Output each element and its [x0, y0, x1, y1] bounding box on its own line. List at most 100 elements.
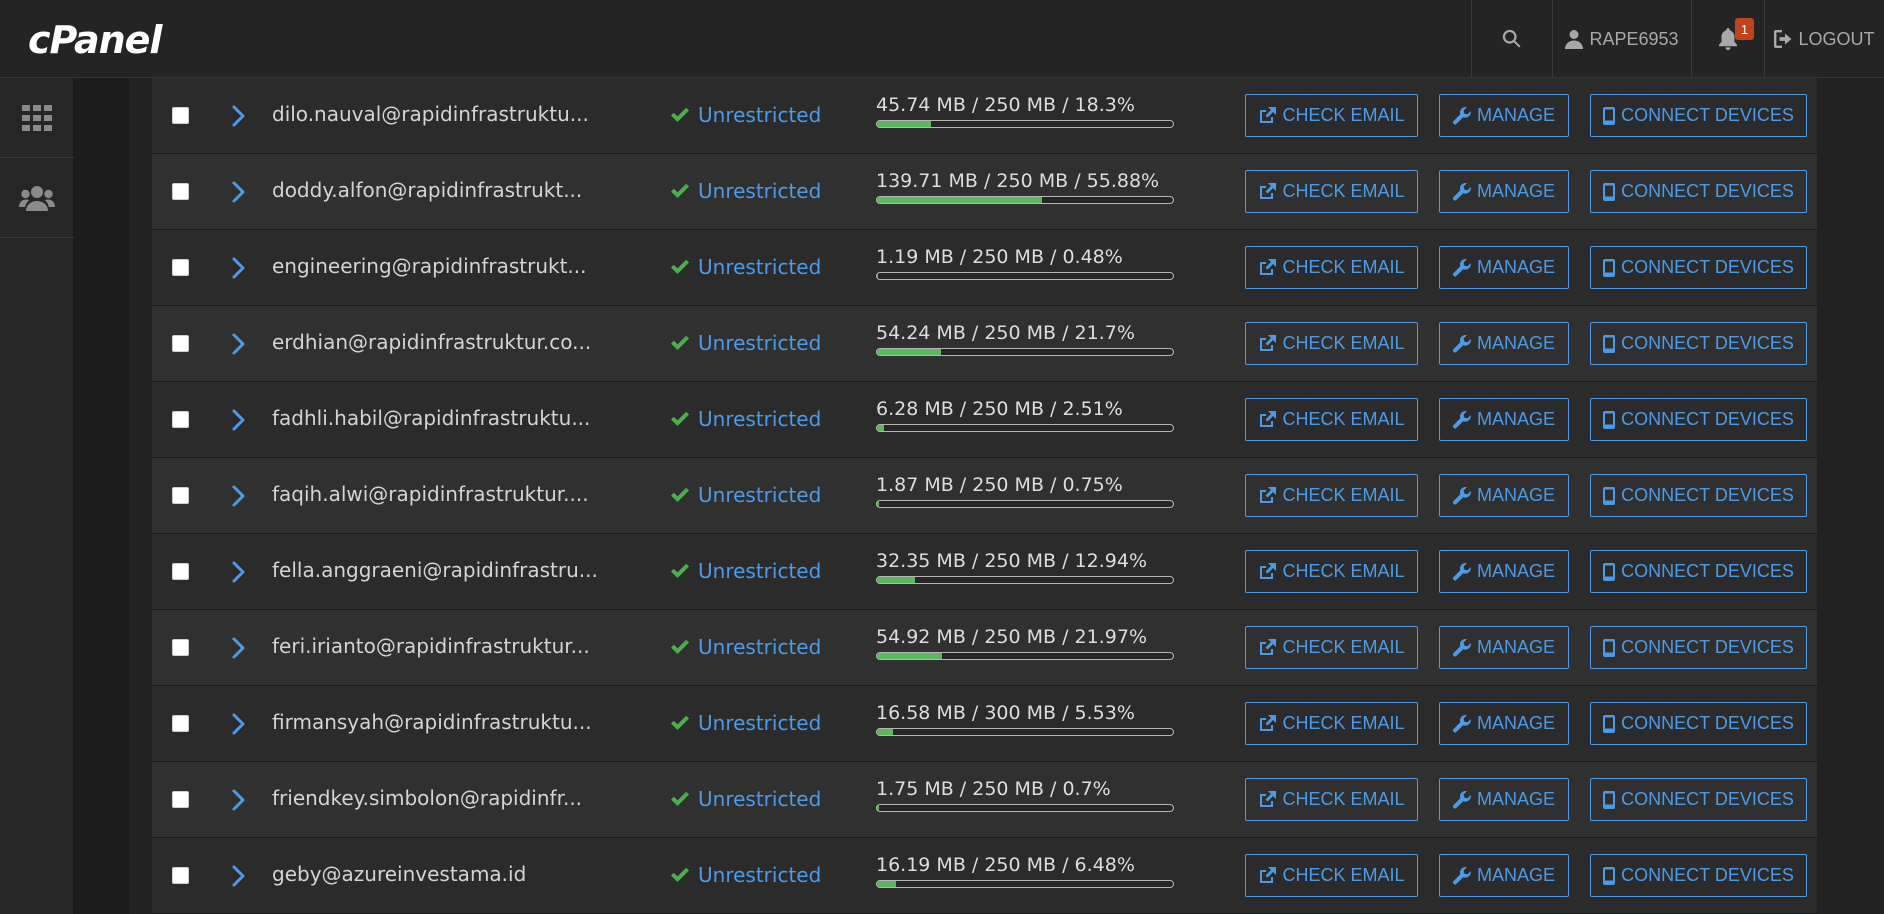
account-email[interactable]: engineering@rapidinfrastrukt...: [272, 254, 587, 278]
user-menu[interactable]: RAPE6953: [1552, 0, 1691, 78]
status-label[interactable]: Unrestricted: [698, 483, 821, 507]
expand-row-button[interactable]: [228, 256, 248, 280]
table-row: engineering@rapidinfrastrukt... Unrestri…: [152, 230, 1817, 306]
connect-devices-button[interactable]: CONNECT DEVICES: [1590, 246, 1807, 289]
sidebar-item-users[interactable]: [0, 158, 74, 238]
expand-row-button[interactable]: [228, 864, 248, 888]
connect-devices-button[interactable]: CONNECT DEVICES: [1590, 778, 1807, 821]
status-label[interactable]: Unrestricted: [698, 103, 821, 127]
row-checkbox[interactable]: [172, 259, 189, 276]
account-email[interactable]: friendkey.simbolon@rapidinfr...: [272, 786, 582, 810]
expand-row-button[interactable]: [228, 484, 248, 508]
account-email[interactable]: feri.irianto@rapidinfrastruktur...: [272, 634, 590, 658]
connect-devices-button[interactable]: CONNECT DEVICES: [1590, 170, 1807, 213]
wrench-icon: [1452, 258, 1471, 276]
account-email[interactable]: fadhli.habil@rapidinfrastruktu...: [272, 406, 590, 430]
account-email[interactable]: geby@azureinvestama.id: [272, 862, 526, 886]
status-label[interactable]: Unrestricted: [698, 331, 821, 355]
manage-button[interactable]: MANAGE: [1439, 550, 1569, 593]
expand-row-button[interactable]: [228, 408, 248, 432]
cpanel-logo[interactable]: cPanel: [28, 18, 162, 62]
status-label[interactable]: Unrestricted: [698, 863, 821, 887]
connect-devices-button[interactable]: CONNECT DEVICES: [1590, 94, 1807, 137]
status-label[interactable]: Unrestricted: [698, 255, 821, 279]
account-email[interactable]: firmansyah@rapidinfrastruktu...: [272, 710, 592, 734]
expand-row-button[interactable]: [228, 180, 248, 204]
manage-button[interactable]: MANAGE: [1439, 474, 1569, 517]
check-email-button[interactable]: CHECK EMAIL: [1245, 246, 1418, 289]
connect-devices-button[interactable]: CONNECT DEVICES: [1590, 702, 1807, 745]
row-checkbox[interactable]: [172, 639, 189, 656]
row-checkbox[interactable]: [172, 791, 189, 808]
account-email[interactable]: dilo.nauval@rapidinfrastruktu...: [272, 102, 589, 126]
row-checkbox[interactable]: [172, 715, 189, 732]
manage-button[interactable]: MANAGE: [1439, 702, 1569, 745]
check-email-button[interactable]: CHECK EMAIL: [1245, 626, 1418, 669]
chevron-right-icon: [232, 789, 245, 811]
chevron-right-icon: [232, 865, 245, 887]
notifications-button[interactable]: 1: [1691, 0, 1764, 78]
usage-progress-bar: [876, 804, 1174, 812]
manage-button[interactable]: MANAGE: [1439, 778, 1569, 821]
manage-button[interactable]: MANAGE: [1439, 170, 1569, 213]
usage-progress-bar: [876, 120, 1174, 128]
row-checkbox[interactable]: [172, 867, 189, 884]
row-checkbox[interactable]: [172, 411, 189, 428]
usage-progress-bar: [876, 424, 1174, 432]
status-label[interactable]: Unrestricted: [698, 559, 821, 583]
manage-button[interactable]: MANAGE: [1439, 94, 1569, 137]
chevron-right-icon: [232, 333, 245, 355]
search-button[interactable]: [1471, 0, 1552, 78]
manage-button[interactable]: MANAGE: [1439, 398, 1569, 441]
check-email-button[interactable]: CHECK EMAIL: [1245, 854, 1418, 897]
connect-devices-button[interactable]: CONNECT DEVICES: [1590, 550, 1807, 593]
expand-row-button[interactable]: [228, 636, 248, 660]
account-email[interactable]: faqih.alwi@rapidinfrastruktur....: [272, 482, 589, 506]
connect-devices-button[interactable]: CONNECT DEVICES: [1590, 322, 1807, 365]
manage-button[interactable]: MANAGE: [1439, 246, 1569, 289]
logout-button[interactable]: LOGOUT: [1764, 0, 1884, 78]
expand-row-button[interactable]: [228, 712, 248, 736]
expand-row-button[interactable]: [228, 560, 248, 584]
check-email-button[interactable]: CHECK EMAIL: [1245, 474, 1418, 517]
status-label[interactable]: Unrestricted: [698, 635, 821, 659]
connect-devices-button[interactable]: CONNECT DEVICES: [1590, 474, 1807, 517]
expand-row-button[interactable]: [228, 788, 248, 812]
account-email[interactable]: fella.anggraeni@rapidinfrastru...: [272, 558, 598, 582]
manage-button[interactable]: MANAGE: [1439, 854, 1569, 897]
account-email[interactable]: doddy.alfon@rapidinfrastrukt...: [272, 178, 582, 202]
row-checkbox[interactable]: [172, 183, 189, 200]
account-email[interactable]: erdhian@rapidinfrastruktur.co...: [272, 330, 591, 354]
mobile-phone-icon: [1603, 182, 1616, 201]
connect-devices-label: CONNECT DEVICES: [1621, 713, 1794, 733]
external-link-icon: [1260, 638, 1277, 655]
connect-devices-button[interactable]: CONNECT DEVICES: [1590, 626, 1807, 669]
check-email-button[interactable]: CHECK EMAIL: [1245, 94, 1418, 137]
row-checkbox[interactable]: [172, 487, 189, 504]
check-email-button[interactable]: CHECK EMAIL: [1245, 778, 1418, 821]
status-label[interactable]: Unrestricted: [698, 407, 821, 431]
expand-row-button[interactable]: [228, 332, 248, 356]
row-checkbox[interactable]: [172, 563, 189, 580]
check-email-button[interactable]: CHECK EMAIL: [1245, 702, 1418, 745]
connect-devices-button[interactable]: CONNECT DEVICES: [1590, 398, 1807, 441]
status-label[interactable]: Unrestricted: [698, 179, 821, 203]
check-email-button[interactable]: CHECK EMAIL: [1245, 398, 1418, 441]
storage-usage: 45.74 MB / 250 MB / 18.3%: [876, 94, 1176, 128]
connect-devices-button[interactable]: CONNECT DEVICES: [1590, 854, 1807, 897]
row-checkbox[interactable]: [172, 335, 189, 352]
check-email-button[interactable]: CHECK EMAIL: [1245, 170, 1418, 213]
manage-button[interactable]: MANAGE: [1439, 626, 1569, 669]
usage-progress-fill: [877, 881, 897, 887]
check-email-button[interactable]: CHECK EMAIL: [1245, 322, 1418, 365]
manage-label: MANAGE: [1476, 485, 1555, 505]
table-row: dilo.nauval@rapidinfrastruktu... Unrestr…: [152, 78, 1817, 154]
check-email-button[interactable]: CHECK EMAIL: [1245, 550, 1418, 593]
usage-label: 1.87 MB / 250 MB / 0.75%: [876, 474, 1123, 496]
manage-button[interactable]: MANAGE: [1439, 322, 1569, 365]
status-label[interactable]: Unrestricted: [698, 711, 821, 735]
row-checkbox[interactable]: [172, 107, 189, 124]
sidebar-item-tools[interactable]: [0, 78, 74, 158]
expand-row-button[interactable]: [228, 104, 248, 128]
status-label[interactable]: Unrestricted: [698, 787, 821, 811]
